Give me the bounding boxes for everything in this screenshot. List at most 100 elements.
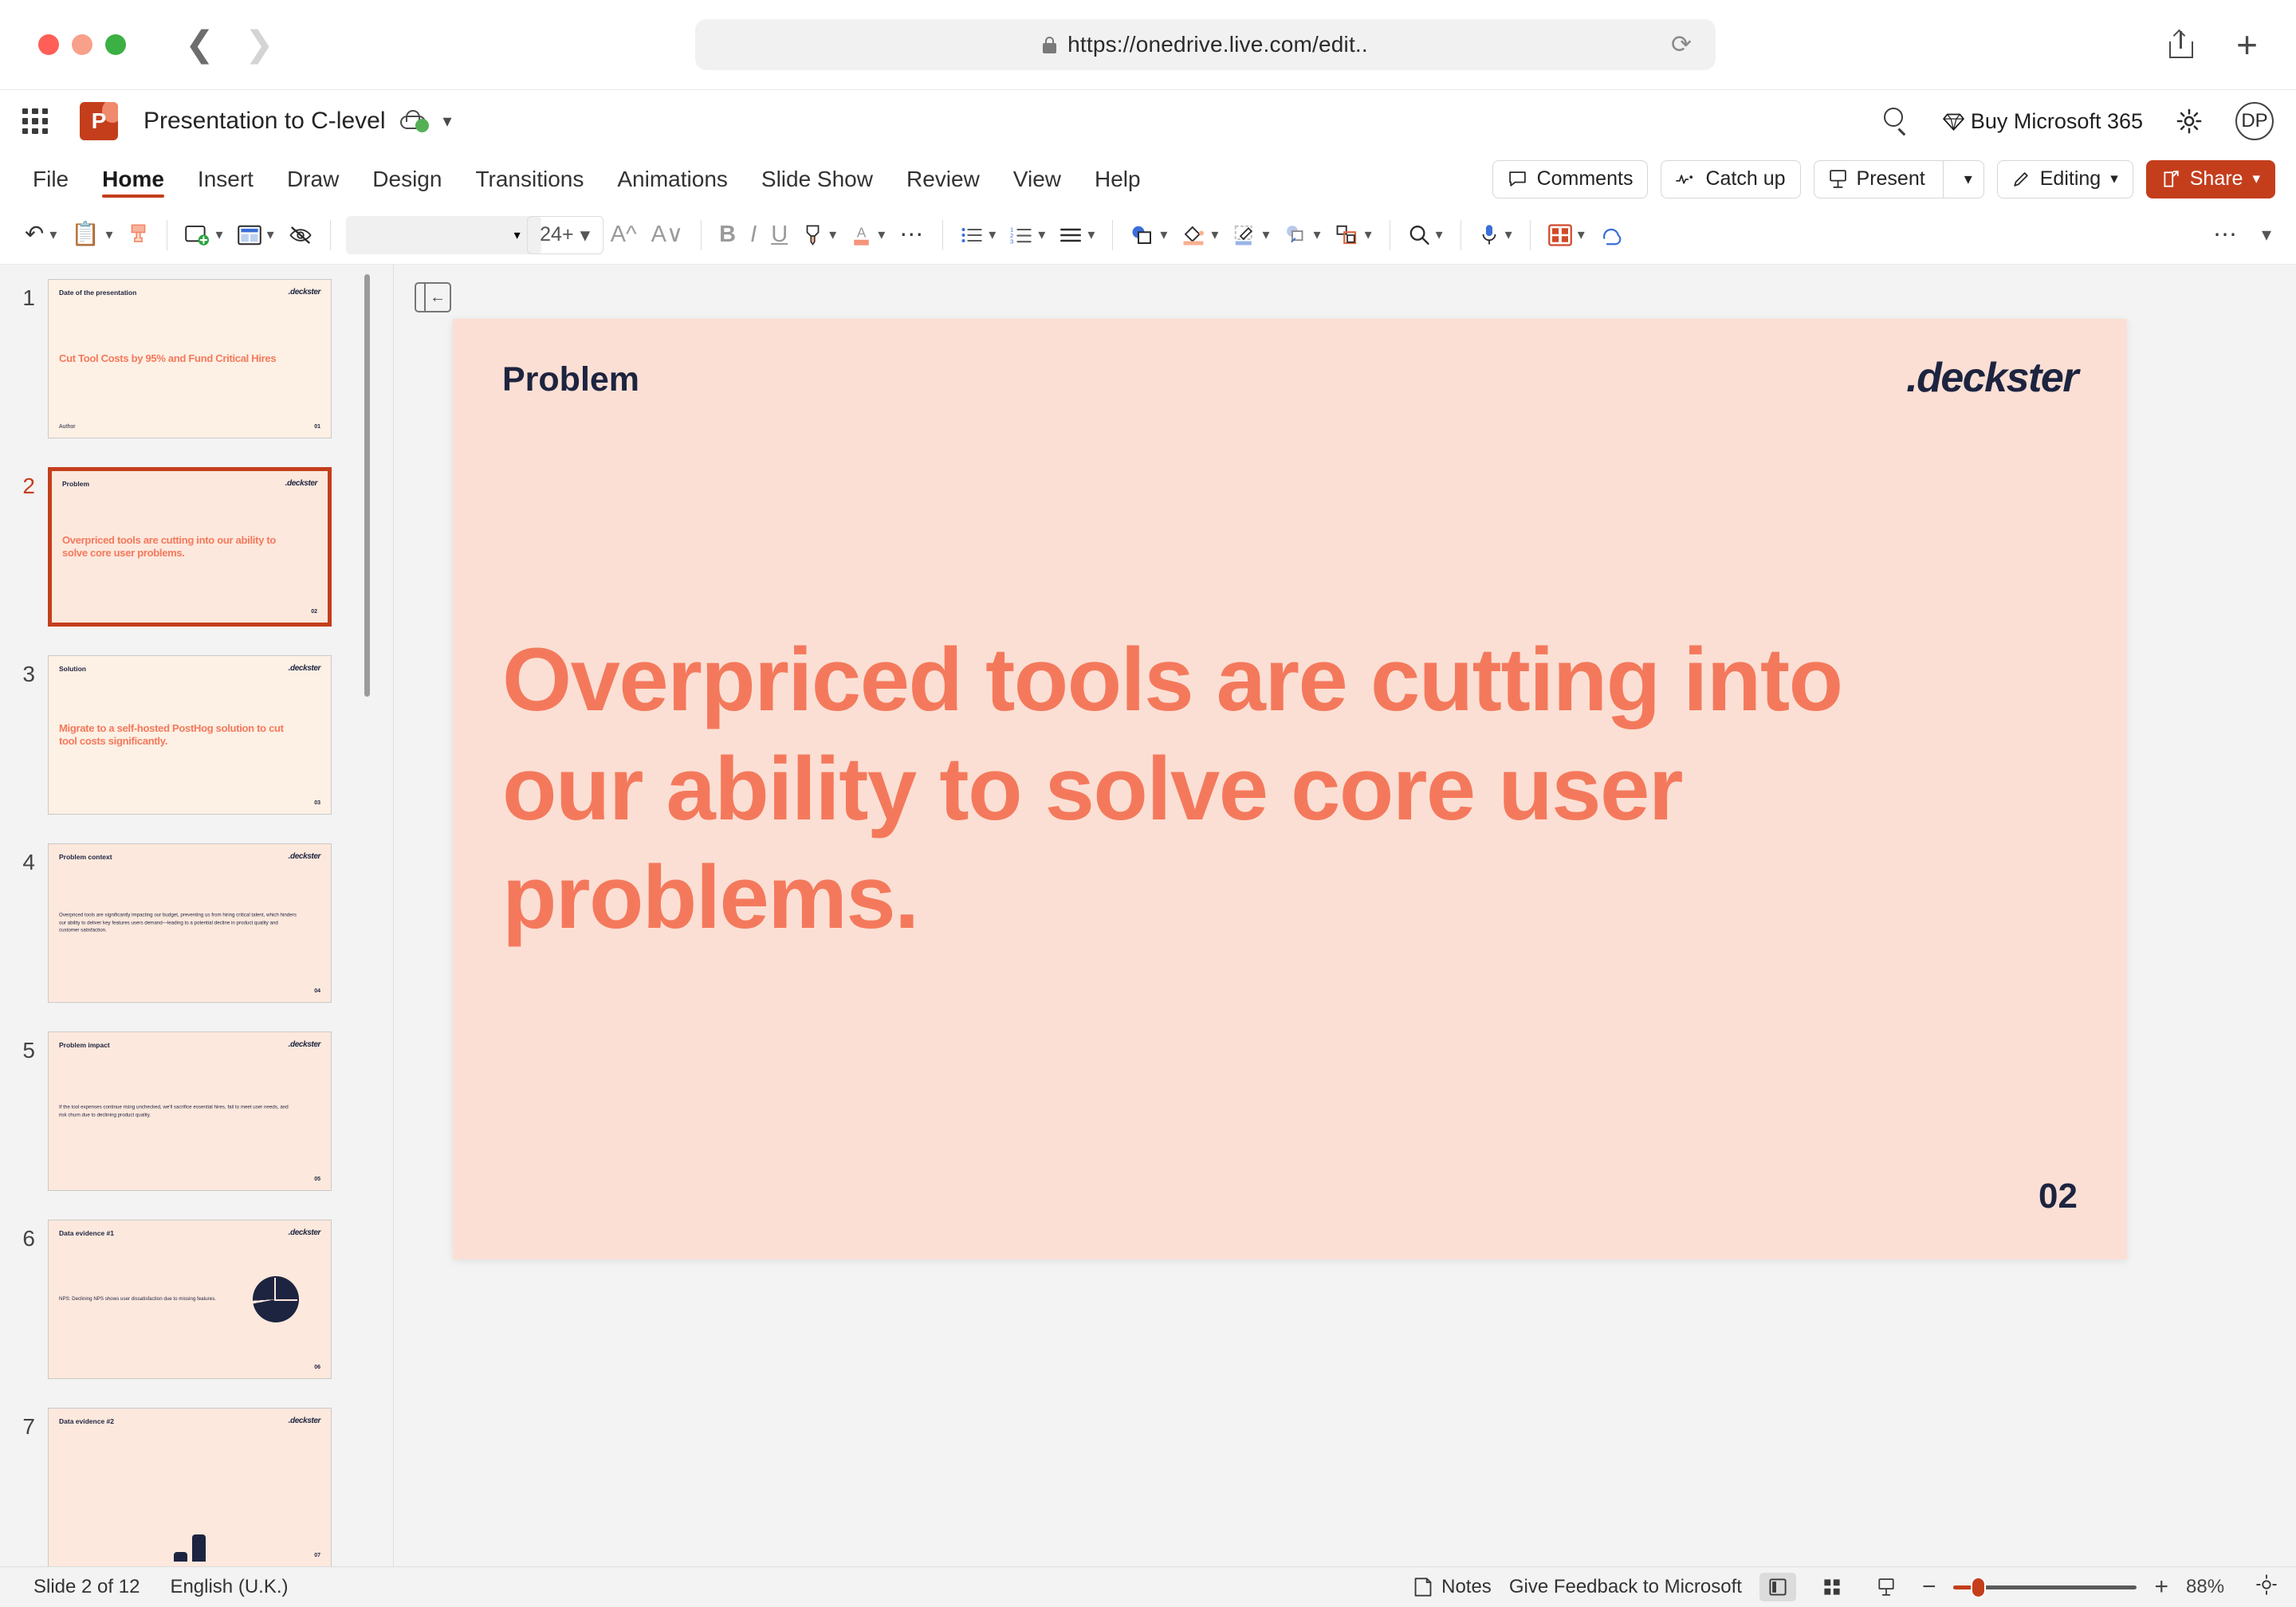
undo-button[interactable]: ↶ ▾ <box>18 214 64 256</box>
zoom-slider-handle[interactable] <box>1971 1576 1987 1598</box>
shape-fill-button[interactable]: ▾ <box>1174 214 1225 256</box>
language-label[interactable]: English (U.K.) <box>170 1576 288 1598</box>
new-slide-button[interactable]: ▾ <box>178 214 230 256</box>
layout-chevron-down-icon[interactable]: ▾ <box>267 226 274 243</box>
arrange-chevron-down-icon[interactable]: ▾ <box>1365 226 1372 243</box>
bold-button[interactable]: B <box>712 214 743 256</box>
thumbnail-item-7[interactable]: 7 Data evidence #2 .deckster 07 <box>0 1408 393 1566</box>
undo-chevron-down-icon[interactable]: ▾ <box>49 226 57 243</box>
new-slide-chevron-down-icon[interactable]: ▾ <box>216 226 223 243</box>
format-painter-button[interactable] <box>120 214 156 256</box>
tab-design[interactable]: Design <box>356 152 458 206</box>
paste-chevron-down-icon[interactable]: ▾ <box>105 226 112 243</box>
zoom-out-button[interactable]: − <box>1922 1574 1936 1601</box>
highlight-button[interactable]: ▾ <box>795 214 843 256</box>
share-button[interactable]: Share ▾ <box>2145 159 2275 198</box>
tab-insert[interactable]: Insert <box>181 152 270 206</box>
back-arrow-icon[interactable]: ❮ <box>185 27 214 62</box>
tab-transitions[interactable]: Transitions <box>458 152 600 206</box>
maximize-window-button[interactable] <box>105 34 126 55</box>
highlight-chevron-down-icon[interactable]: ▾ <box>829 226 836 243</box>
thumbnail-item-3[interactable]: 3 Solution .deckster Migrate to a self-h… <box>0 655 393 815</box>
paste-button[interactable]: 📋 ▾ <box>64 214 120 256</box>
arrange-button[interactable]: ▾ <box>1328 214 1379 256</box>
font-size-chevron-down-icon[interactable]: ▾ <box>580 223 591 247</box>
present-chevron-down-icon[interactable]: ▾ <box>1953 169 1983 189</box>
address-bar[interactable]: https://onedrive.live.com/edit.. ⟳ <box>695 19 1716 70</box>
font-name-chevron-down-icon[interactable]: ▾ <box>514 227 521 243</box>
align-button[interactable]: ▾ <box>1052 214 1102 256</box>
shape-fill-chevron-down-icon[interactable]: ▾ <box>1211 226 1218 243</box>
thumbnail-slide[interactable]: Problem context .deckster Overpriced too… <box>48 843 332 1003</box>
bullets-button[interactable]: ▾ <box>953 214 1003 256</box>
zoom-slider[interactable] <box>1953 1576 2137 1598</box>
app-launcher-icon[interactable] <box>18 104 53 139</box>
font-name-input[interactable] <box>345 215 541 254</box>
underline-button[interactable]: U <box>764 214 795 256</box>
present-button[interactable]: Present ▾ <box>1813 159 1984 198</box>
share-chevron-down-icon[interactable]: ▾ <box>2252 170 2260 188</box>
thumbnail-slide[interactable]: Solution .deckster Migrate to a self-hos… <box>48 655 332 815</box>
title-chevron-down-icon[interactable]: ▾ <box>443 111 452 132</box>
slide-sorter-view-button[interactable] <box>1814 1573 1850 1601</box>
more-options-button[interactable]: ⋯ <box>2206 214 2246 256</box>
catch-up-button[interactable]: Catch up <box>1661 159 1801 198</box>
increase-font-size-button[interactable]: A^ <box>603 214 644 256</box>
thumbnail-item-1[interactable]: 1 Date of the presentation .deckster Cut… <box>0 279 393 438</box>
thumbnail-item-6[interactable]: 6 Data evidence #1 .deckster NPS: Declin… <box>0 1220 393 1379</box>
thumbnail-item-2[interactable]: 2 Problem .deckster Overpriced tools are… <box>0 467 393 627</box>
tab-file[interactable]: File <box>16 152 85 206</box>
shape-outline-chevron-down-icon[interactable]: ▾ <box>1262 226 1269 243</box>
fit-slide-button[interactable] <box>2256 1574 2277 1601</box>
designer-button[interactable]: ▾ <box>1541 214 1592 256</box>
decrease-font-size-button[interactable]: A∨ <box>644 214 691 256</box>
tab-view[interactable]: View <box>997 152 1078 206</box>
minimize-window-button[interactable] <box>72 34 92 55</box>
thumbnail-scrollbar[interactable] <box>364 274 370 697</box>
tab-help[interactable]: Help <box>1078 152 1158 206</box>
font-color-chevron-down-icon[interactable]: ▾ <box>878 226 885 243</box>
search-icon[interactable] <box>1883 108 1911 136</box>
find-chevron-down-icon[interactable]: ▾ <box>1436 226 1443 243</box>
normal-view-button[interactable] <box>1759 1573 1796 1601</box>
slide-show-button[interactable] <box>1868 1573 1905 1601</box>
thumbnail-slide[interactable]: Data evidence #2 .deckster 07 <box>48 1408 332 1566</box>
thumbnail-slide[interactable]: Date of the presentation .deckster Cut T… <box>48 279 332 438</box>
tab-review[interactable]: Review <box>890 152 997 206</box>
shapes-chevron-down-icon[interactable]: ▾ <box>1160 226 1167 243</box>
more-font-options-button[interactable]: ⋯ <box>892 214 932 256</box>
collapse-ribbon-button[interactable]: ▾ <box>2249 214 2278 256</box>
numbering-button[interactable]: 1 2 3 ▾ <box>1003 214 1052 256</box>
forward-arrow-icon[interactable]: ❯ <box>245 27 274 62</box>
find-button[interactable]: ▾ <box>1401 214 1450 256</box>
editing-button[interactable]: Editing ▾ <box>1996 159 2133 198</box>
tab-home[interactable]: Home <box>85 152 181 206</box>
italic-button[interactable]: I <box>743 214 764 256</box>
notes-button[interactable]: Notes <box>1413 1576 1492 1598</box>
align-chevron-down-icon[interactable]: ▾ <box>1087 226 1095 243</box>
new-tab-icon[interactable]: + <box>2236 26 2258 63</box>
share-icon[interactable] <box>2169 29 2194 58</box>
tab-slide-show[interactable]: Slide Show <box>745 152 890 206</box>
thumbnail-slide-selected[interactable]: Problem .deckster Overpriced tools are c… <box>48 467 332 627</box>
collapse-thumbnail-panel-button[interactable]: ← <box>415 282 451 312</box>
reload-icon[interactable]: ⟳ <box>1671 30 1692 59</box>
thumbnail-item-5[interactable]: 5 Problem impact .deckster If the tool e… <box>0 1031 393 1191</box>
thumbnail-item-4[interactable]: 4 Problem context .deckster Overpriced t… <box>0 843 393 1003</box>
editing-chevron-down-icon[interactable]: ▾ <box>2110 170 2118 188</box>
slide-thumbnail-panel[interactable]: 1 Date of the presentation .deckster Cut… <box>0 265 393 1566</box>
feedback-button[interactable]: Give Feedback to Microsoft <box>1509 1576 1742 1598</box>
thumbnail-slide[interactable]: Problem impact .deckster If the tool exp… <box>48 1031 332 1191</box>
zoom-in-button[interactable]: + <box>2154 1574 2168 1601</box>
font-color-button[interactable]: A ▾ <box>843 214 892 256</box>
bullets-chevron-down-icon[interactable]: ▾ <box>989 226 996 243</box>
slide-heading[interactable]: Overpriced tools are cutting into our ab… <box>502 626 1928 953</box>
buy-microsoft-365-button[interactable]: Buy Microsoft 365 <box>1942 109 2143 134</box>
dictate-chevron-down-icon[interactable]: ▾ <box>1505 226 1512 243</box>
gear-icon[interactable] <box>2175 107 2204 136</box>
reset-button[interactable] <box>281 214 320 256</box>
cloud-sync-icon[interactable] <box>399 110 432 132</box>
shape-effects-button[interactable]: ▾ <box>1277 214 1328 256</box>
copilot-button[interactable] <box>1592 214 1630 256</box>
document-title[interactable]: Presentation to C-level <box>144 108 386 135</box>
